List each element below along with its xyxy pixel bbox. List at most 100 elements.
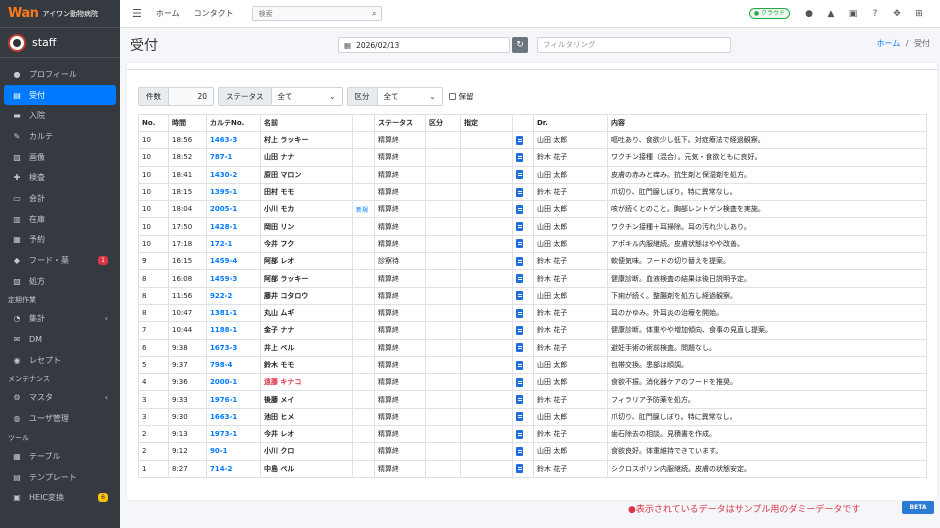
row-chart-no[interactable]: 1188-1 — [206, 321, 261, 340]
date-picker[interactable]: ▦ 2026/02/13 — [338, 37, 510, 53]
sidebar-item-template[interactable]: ▤ テンプレート — [4, 467, 116, 488]
document-icon[interactable] — [516, 360, 523, 370]
search-icon[interactable]: ⌕ — [372, 9, 376, 19]
document-icon[interactable] — [516, 412, 523, 422]
row-chart-no[interactable]: 1663-1 — [206, 407, 261, 427]
sidebar-item-reception[interactable]: ▤ 受付 — [4, 84, 116, 106]
sidebar-item-chart[interactable]: ✎ カルテ — [4, 126, 116, 147]
row-name[interactable]: 井上 ベル — [260, 338, 353, 357]
table-row[interactable]: 2 9:12 90-1 小川 クロ 精算終 山田 太郎 食欲良好。体重維持できています。 — [138, 442, 927, 461]
nav-home-link[interactable]: ホーム — [156, 8, 180, 19]
brand[interactable]: Wan アイワン動物病院 — [0, 0, 120, 28]
table-row[interactable]: 8 11:56 922-2 藤井 コタロウ 精算終 山田 太郎 下痢が続く。整腸剤を処方し経… — [138, 286, 927, 305]
row-chart-no[interactable]: 1976-1 — [206, 390, 261, 409]
column-header[interactable]: 内容 — [607, 114, 927, 132]
grid-icon[interactable]: ⊞ — [908, 9, 930, 19]
row-document[interactable] — [512, 217, 534, 236]
document-icon[interactable] — [516, 308, 523, 318]
document-icon[interactable] — [516, 446, 523, 456]
row-name[interactable]: 藤井 コタロウ — [260, 286, 353, 305]
row-document[interactable] — [512, 390, 534, 409]
table-row[interactable]: 10 18:56 1463-3 村上 ラッキー 精算終 山田 太郎 嘔吐あり、食欲少し低下。… — [138, 130, 927, 150]
row-document[interactable] — [512, 303, 534, 323]
kubun-select[interactable]: 全て ⌄ — [377, 88, 442, 105]
document-icon[interactable] — [516, 222, 523, 232]
document-icon[interactable] — [516, 464, 523, 474]
row-name[interactable]: 遠藤 キナコ — [260, 373, 353, 392]
row-name[interactable]: 田村 モモ — [260, 182, 353, 202]
row-chart-no[interactable]: 1673-3 — [206, 338, 261, 357]
row-chart-no[interactable]: 2000-1 — [206, 373, 261, 392]
row-chart-no[interactable]: 1459-3 — [206, 269, 261, 288]
column-header[interactable]: 指定 — [460, 114, 513, 132]
document-icon[interactable] — [516, 239, 523, 249]
row-chart-no[interactable]: 1428-1 — [206, 217, 261, 236]
row-chart-no[interactable]: 798-4 — [206, 355, 261, 375]
row-chart-no[interactable]: 1459-4 — [206, 252, 261, 271]
table-row[interactable]: 8 10:47 1381-1 丸山 ムギ 精算終 鈴木 花子 耳のかゆみ。外耳炎の治療を開始… — [138, 303, 927, 323]
row-document[interactable] — [512, 321, 534, 340]
document-icon[interactable] — [516, 343, 523, 353]
table-row[interactable]: 5 9:37 798-4 鈴木 モモ 精算終 山田 太郎 包帯交換。患部は順調。 — [138, 355, 927, 375]
document-icon[interactable] — [516, 204, 523, 214]
row-chart-no[interactable]: 2005-1 — [206, 200, 261, 219]
sidebar-item-prescription[interactable]: ▧ 処方 — [4, 271, 116, 292]
row-name[interactable]: 山田 ナナ — [260, 148, 353, 167]
row-document[interactable] — [512, 355, 534, 375]
row-chart-no[interactable]: 1463-3 — [206, 130, 261, 150]
row-chart-no[interactable]: 714-2 — [206, 459, 261, 478]
document-icon[interactable] — [516, 291, 523, 301]
row-name[interactable]: 今井 レオ — [260, 425, 353, 444]
row-document[interactable] — [512, 286, 534, 305]
table-row[interactable]: 10 18:52 787-1 山田 ナナ 精算終 鈴木 花子 ワクチン接種（混合）。元気・食… — [138, 148, 927, 167]
document-icon[interactable] — [516, 395, 523, 405]
row-name[interactable]: 後藤 メイ — [260, 390, 353, 409]
row-name[interactable]: 池田 ヒメ — [260, 407, 353, 427]
row-document[interactable] — [512, 442, 534, 461]
hamburger-icon[interactable]: ☰ — [132, 7, 142, 20]
table-row[interactable]: 8 16:08 1459-3 阿部 ラッキー 精算終 鈴木 花子 健康診断。血液検査の結果は… — [138, 269, 927, 288]
table-row[interactable]: 10 17:50 1428-1 岡田 リン 精算終 山田 太郎 ワクチン接種＋耳掃除。耳の汚… — [138, 217, 927, 236]
row-document[interactable] — [512, 373, 534, 392]
row-chart-no[interactable]: 90-1 — [206, 442, 261, 461]
row-document[interactable] — [512, 182, 534, 202]
fullscreen-icon[interactable]: ✥ — [886, 9, 908, 19]
table-row[interactable]: 4 9:36 2000-1 遠藤 キナコ 精算終 山田 太郎 食欲不振。消化器ケアのフードを… — [138, 373, 927, 392]
sidebar-item-stock[interactable]: ▥ 在庫 — [4, 209, 116, 230]
column-header[interactable] — [352, 114, 375, 132]
row-document[interactable] — [512, 459, 534, 478]
document-icon[interactable] — [516, 170, 523, 180]
search-input[interactable]: 検索 ⌕ — [251, 6, 382, 21]
table-row[interactable]: 6 9:38 1673-3 井上 ベル 精算終 鈴木 花子 避妊手術の術前検査。問題なし。 — [138, 338, 927, 357]
nav-contact-link[interactable]: コンタクト — [194, 8, 234, 19]
column-header[interactable]: カルテNo. — [206, 114, 261, 132]
row-document[interactable] — [512, 338, 534, 357]
row-name[interactable]: 岡田 リン — [260, 217, 353, 236]
row-chart-no[interactable]: 787-1 — [206, 148, 261, 167]
column-header[interactable]: 名前 — [260, 114, 353, 132]
document-icon[interactable] — [516, 429, 523, 439]
table-row[interactable]: 1 8:27 714-2 中島 ベル 精算終 鈴木 花子 シクロスポリン内服継続。皮膚の状態… — [138, 459, 927, 478]
sidebar-item-bed[interactable]: ▬ 入院 — [4, 105, 116, 126]
sidebar-item-pie[interactable]: ◔ 集計 ‹ — [4, 309, 116, 330]
help-icon[interactable]: ? — [864, 9, 886, 19]
filter-input[interactable]: フィルタリング — [537, 37, 731, 53]
chat-icon[interactable]: ● — [798, 9, 820, 19]
document-icon[interactable] — [516, 256, 523, 266]
row-document[interactable] — [512, 269, 534, 288]
document-icon[interactable] — [516, 325, 523, 335]
row-document[interactable] — [512, 407, 534, 427]
row-name[interactable]: 村上 ラッキー — [260, 130, 353, 150]
row-chart-no[interactable]: 1395-1 — [206, 182, 261, 202]
breadcrumb-home[interactable]: ホーム — [876, 39, 900, 48]
row-name[interactable]: 原田 マロン — [260, 165, 353, 184]
row-chart-no[interactable]: 172-1 — [206, 234, 261, 254]
sidebar-item-convert[interactable]: ▣ HEIC変換 6 — [4, 487, 116, 508]
row-chart-no[interactable]: 1973-1 — [206, 425, 261, 444]
row-chart-no[interactable]: 1430-2 — [206, 165, 261, 184]
document-icon[interactable] — [516, 274, 523, 284]
document-icon[interactable] — [516, 187, 523, 197]
table-row[interactable]: 10 18:41 1430-2 原田 マロン 精算終 山田 太郎 皮膚の赤みと痒み。抗生剤と… — [138, 165, 927, 184]
sidebar-item-mail[interactable]: ✉ DM — [4, 329, 116, 350]
row-document[interactable] — [512, 252, 534, 271]
